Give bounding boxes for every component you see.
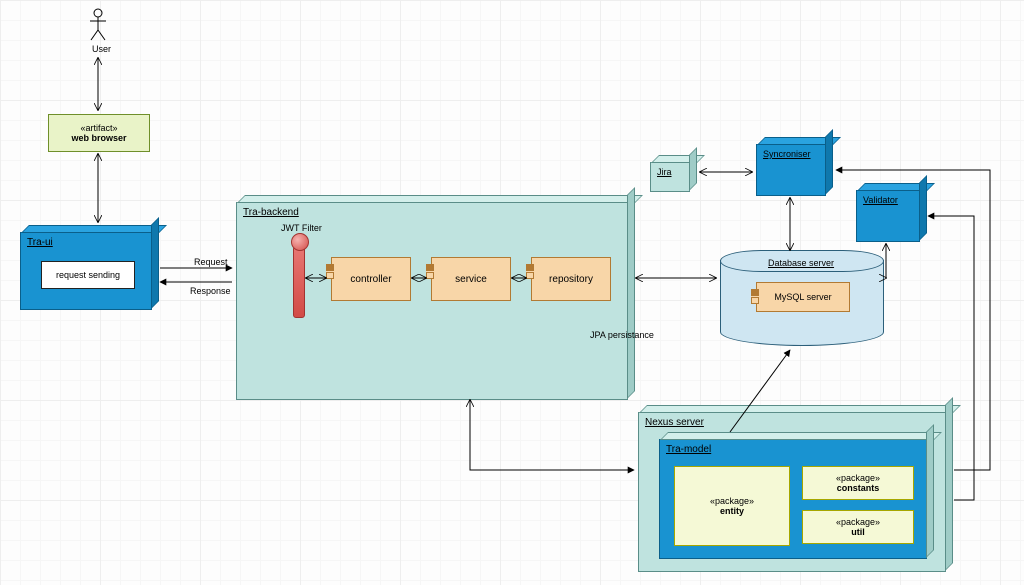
component-mysql-server[interactable]: MySQL server [756,282,850,312]
edge-label-response: Response [190,286,231,296]
jira-title: Jira [657,167,672,177]
node-syncroniser[interactable]: Syncroniser [756,144,826,196]
node-validator[interactable]: Validator [856,190,920,242]
syncroniser-title: Syncroniser [763,149,811,159]
tra-ui-request-sending[interactable]: request sending [41,261,135,289]
jwt-filter-pin[interactable] [293,246,305,318]
component-controller[interactable]: controller [331,257,411,301]
node-nexus-server[interactable]: Nexus server Tra-model «package» entity … [638,412,946,572]
component-repository[interactable]: repository [531,257,611,301]
node-jira[interactable]: Jira [650,162,690,192]
tra-model-title: Tra-model [666,444,711,455]
diagram-canvas[interactable]: User «artifact» web browser Tra-ui reque… [0,0,1024,585]
package-constants[interactable]: «package» constants [802,466,914,500]
edge-label-jpa: JPA persistance [590,330,654,340]
package-util[interactable]: «package» util [802,510,914,544]
artifact-name: web browser [71,133,126,143]
edge-label-request: Request [194,257,228,267]
actor-label: User [92,44,111,54]
component-service[interactable]: service [431,257,511,301]
database-title: Database server [768,258,834,268]
package-entity[interactable]: «package» entity [674,466,790,546]
node-tra-ui[interactable]: Tra-ui request sending [20,232,152,310]
nexus-title: Nexus server [645,417,704,428]
jwt-filter-label: JWT Filter [281,223,322,233]
actor-user[interactable] [88,8,108,44]
artifact-web-browser[interactable]: «artifact» web browser [48,114,150,152]
tra-backend-title: Tra-backend [243,207,299,218]
tra-ui-title: Tra-ui [27,237,53,248]
validator-title: Validator [863,195,898,205]
artifact-stereotype: «artifact» [80,123,117,133]
node-tra-model[interactable]: Tra-model «package» entity «package» con… [659,439,927,559]
node-database-server[interactable]: Database server MySQL server [720,250,884,346]
